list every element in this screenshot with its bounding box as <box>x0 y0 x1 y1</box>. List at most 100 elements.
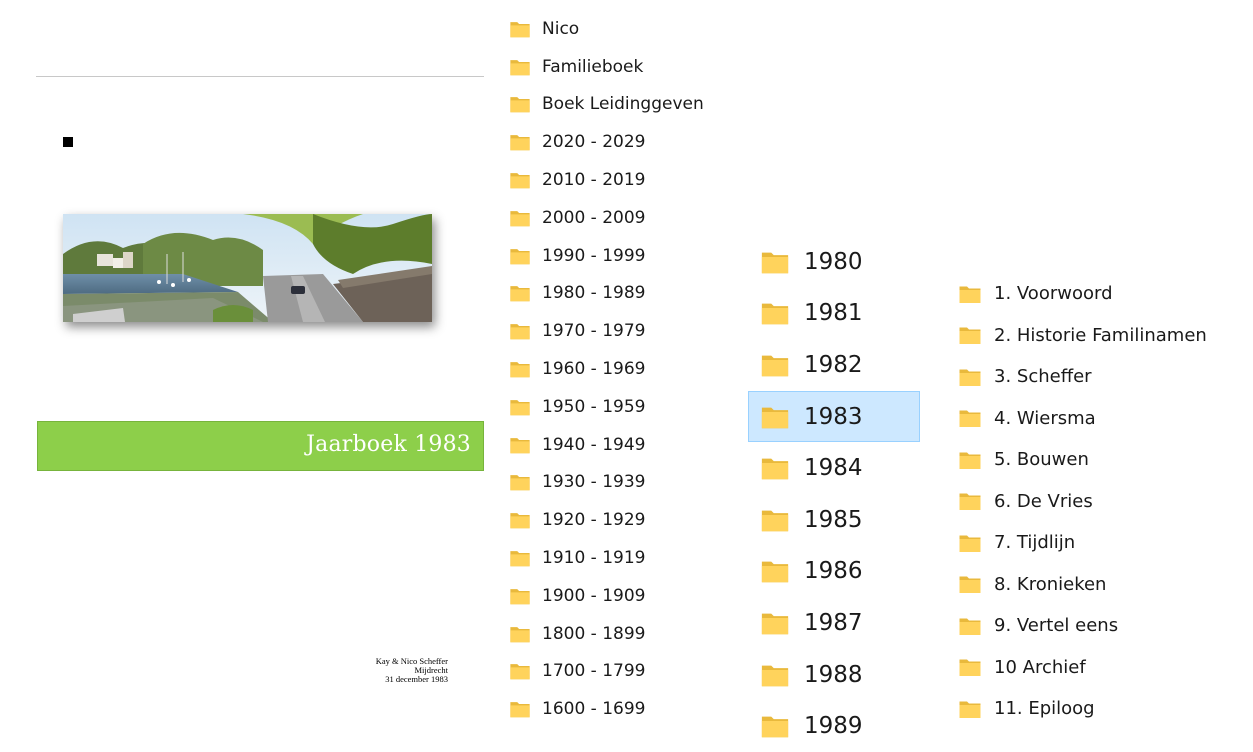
folder-icon <box>510 399 530 416</box>
root-folder-item[interactable]: 1960 - 1969 <box>509 350 704 388</box>
root-folder-item[interactable]: 1600 - 1699 <box>509 690 704 728</box>
folder-icon <box>510 97 530 113</box>
folder-label: 1. Voorwoord <box>994 283 1113 305</box>
folder-icon <box>510 513 530 529</box>
chapter-folder-item[interactable]: 10 Archief <box>958 647 1207 689</box>
chapter-folder-list: 1. Voorwoord 2. Historie Familinamen 3. Sc… <box>958 273 1207 730</box>
chapter-folder-item[interactable]: 6. De Vries <box>958 481 1207 523</box>
folder-icon <box>510 437 530 453</box>
year-folder-item[interactable]: 1986 <box>748 546 920 598</box>
folder-icon <box>761 458 789 480</box>
cover-photo <box>63 214 432 322</box>
root-folder-item[interactable]: 1940 - 1949 <box>509 426 704 464</box>
folder-label: 1982 <box>804 351 863 378</box>
folder-icon <box>761 561 789 583</box>
root-folder-item[interactable]: 1700 - 1799 <box>509 653 704 691</box>
root-folder-item[interactable]: 2000 - 2009 <box>509 199 704 237</box>
folder-label: 7. Tijdlijn <box>994 532 1076 554</box>
folder-label: 1990 - 1999 <box>542 245 646 266</box>
folder-label: 4. Wiersma <box>994 407 1096 429</box>
root-folder-item[interactable]: 1920 - 1929 <box>509 501 704 539</box>
credits-date: 31 december 1983 <box>385 674 448 684</box>
folder-icon <box>959 369 981 386</box>
chapter-folder-item[interactable]: 9. Vertel eens <box>958 605 1207 647</box>
year-folder-item[interactable]: 1980 <box>748 236 920 288</box>
bullet-marker <box>63 137 73 147</box>
folder-icon <box>959 493 981 511</box>
folder-icon <box>959 452 981 469</box>
folder-label: 1987 <box>804 609 863 636</box>
root-folder-item[interactable]: 1980 - 1989 <box>509 275 704 313</box>
folder-label: 1950 - 1959 <box>542 396 646 417</box>
year-folder-item[interactable]: 1989 <box>748 700 920 752</box>
folder-label: 1960 - 1969 <box>542 359 646 380</box>
folder-label: 1930 - 1939 <box>542 472 646 493</box>
chapter-folder-item[interactable]: 7. Tijdlijn <box>958 522 1207 564</box>
folder-icon <box>959 659 981 677</box>
year-folder-item[interactable]: 1984 <box>748 442 920 494</box>
folder-label: 1983 <box>804 403 863 430</box>
folder-label: 2000 - 2009 <box>542 207 646 228</box>
root-folder-item[interactable]: 1990 - 1999 <box>509 237 704 275</box>
folder-label: 8. Kronieken <box>994 573 1107 595</box>
folder-label: 1920 - 1929 <box>542 510 646 531</box>
folder-icon <box>959 286 981 303</box>
root-folder-item[interactable]: Nico <box>509 10 704 48</box>
year-folder-item[interactable]: 1988 <box>748 649 920 701</box>
folder-label: 2. Historie Familinamen <box>994 324 1207 346</box>
document-cover: Jaarboek 1983 Kay & Nico Scheffer Mijdre… <box>0 0 490 727</box>
folder-label: Nico <box>542 18 580 39</box>
folder-icon <box>510 248 530 264</box>
folder-label: 1800 - 1899 <box>542 623 646 644</box>
folder-icon <box>959 327 981 345</box>
folder-label: 1600 - 1699 <box>542 699 646 720</box>
folder-label: 11. Epiloog <box>994 698 1095 720</box>
chapter-folder-item[interactable]: 4. Wiersma <box>958 398 1207 440</box>
chapter-folder-item[interactable]: 5. Bouwen <box>958 439 1207 481</box>
folder-icon <box>959 618 981 635</box>
year-folder-item[interactable]: 1987 <box>748 597 920 649</box>
folder-icon <box>510 324 530 340</box>
divider-line <box>36 76 484 77</box>
root-folder-item[interactable]: 1900 - 1909 <box>509 577 704 615</box>
chapter-folder-item[interactable]: 3. Scheffer <box>958 356 1207 398</box>
year-folder-item[interactable]: 1985 <box>748 494 920 546</box>
folder-icon <box>510 626 530 642</box>
root-folder-item[interactable]: 2020 - 2029 <box>509 123 704 161</box>
folder-label: 2010 - 2019 <box>542 170 646 191</box>
year-folder-item[interactable]: 1981 <box>748 288 920 340</box>
chapter-folder-item[interactable]: 2. Historie Familinamen <box>958 315 1207 357</box>
folder-label: Boek Leidinggeven <box>542 94 704 115</box>
folder-label: 1988 <box>804 661 863 688</box>
folder-label: 1984 <box>804 455 863 482</box>
root-folder-item[interactable]: 1910 - 1919 <box>509 539 704 577</box>
folder-label: 1700 - 1799 <box>542 661 646 682</box>
chapter-folder-item[interactable]: 8. Kronieken <box>958 564 1207 606</box>
folder-icon <box>510 664 530 680</box>
root-folder-item[interactable]: Familieboek <box>509 48 704 86</box>
banner-title: Jaarboek 1983 <box>306 432 471 457</box>
chapter-folder-item[interactable]: 11. Epiloog <box>958 688 1207 730</box>
year-folder-list: 1980 1981 1982 1983 1984 1985 1986 1987 1988 1989 <box>748 236 920 752</box>
folder-icon <box>510 286 530 302</box>
folder-icon <box>761 665 789 686</box>
root-folder-item[interactable]: 1950 - 1959 <box>509 388 704 426</box>
root-folder-item[interactable]: Boek Leidinggeven <box>509 86 704 124</box>
folder-icon <box>510 211 530 227</box>
year-folder-item[interactable]: 1982 <box>748 339 920 391</box>
chapter-folder-item[interactable]: 1. Voorwoord <box>958 273 1207 315</box>
folder-icon <box>510 588 530 605</box>
folder-label: 1980 - 1989 <box>542 283 646 304</box>
root-folder-item[interactable]: 1970 - 1979 <box>509 312 704 350</box>
root-folder-item[interactable]: 1930 - 1939 <box>509 464 704 502</box>
folder-label: 6. De Vries <box>994 490 1093 512</box>
folder-label: 10 Archief <box>994 656 1086 678</box>
folder-icon <box>761 252 789 274</box>
year-folder-item[interactable]: 1983 <box>748 390 920 443</box>
folder-icon <box>959 410 981 428</box>
folder-icon <box>761 304 789 325</box>
folder-label: 1981 <box>804 300 863 327</box>
root-folder-item[interactable]: 2010 - 2019 <box>509 161 704 199</box>
root-folder-item[interactable]: 1800 - 1899 <box>509 615 704 653</box>
folder-label: 1989 <box>804 713 863 740</box>
